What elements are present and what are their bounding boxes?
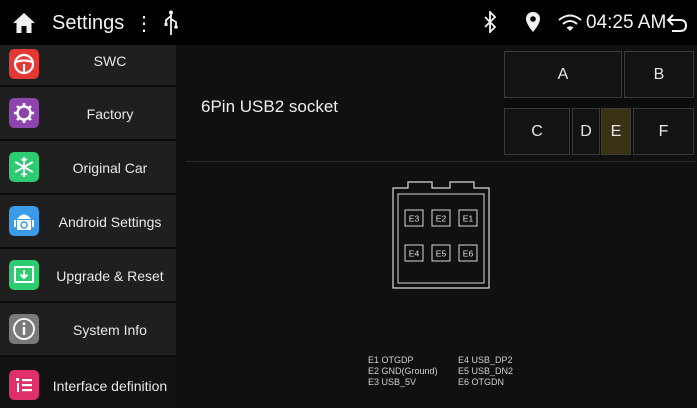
connector-tab-f[interactable]: F <box>633 108 694 155</box>
sidebar-item-label: SWC <box>93 53 127 69</box>
page-title: Settings <box>52 12 125 34</box>
pin-label: E2 <box>436 214 447 224</box>
pin-row-top: E3 E2 E1 <box>404 209 478 227</box>
pin-label: E5 <box>436 249 447 259</box>
steering-wheel-icon <box>9 49 39 79</box>
factory-gear-icon <box>9 98 39 128</box>
pin-legend-entry: E1 OTGDP <box>368 355 414 365</box>
sidebar-item-interface-definition[interactable]: Interface definition <box>0 357 176 408</box>
pin-label: E1 <box>463 214 474 224</box>
connector-tab-e[interactable]: E <box>601 108 631 155</box>
sidebar-item-label: Upgrade & Reset <box>56 268 164 284</box>
sidebar-item-label: Original Car <box>72 160 148 176</box>
sidebar-item-label: System Info <box>73 322 147 338</box>
sidebar-item-swc[interactable]: SWC <box>0 45 176 87</box>
pin-legend-entry: E6 OTGDN <box>458 377 505 387</box>
sidebar-item-label: Android Settings <box>58 214 162 230</box>
connector-tab-a[interactable]: A <box>504 51 622 98</box>
sidebar-item-factory[interactable]: Factory <box>0 87 176 141</box>
pin-legend-entry: E2 GND(Ground) <box>368 366 438 376</box>
more-vert-icon[interactable]: ⋮ <box>134 11 154 36</box>
download-icon <box>9 260 39 290</box>
location-icon <box>526 12 540 32</box>
connector-tab-b[interactable]: B <box>624 51 694 98</box>
main-panel: 6Pin USB2 socket A B C D E F E3 E2 E1 E4… <box>176 45 697 408</box>
pin-legend-left: E1 OTGDP E2 GND(Ground) E3 USB_5V <box>368 355 438 388</box>
sidebar-item-label: Interface definition <box>52 378 168 394</box>
list-icon <box>9 370 39 400</box>
pin-label: E3 <box>409 214 420 224</box>
usb-icon <box>164 10 178 35</box>
wifi-icon <box>558 14 582 31</box>
status-bar: Settings ⋮ 04:25 AM <box>0 0 697 45</box>
pin-legend-right: E4 USB_DP2 E5 USB_DN2 E6 OTGDN <box>458 355 513 388</box>
sidebar-item-original-car[interactable]: Original Car <box>0 141 176 195</box>
sidebar-item-android-settings[interactable]: Android Settings <box>0 195 176 249</box>
info-icon <box>9 314 39 344</box>
connector-tab-d[interactable]: D <box>572 108 600 155</box>
pin-legend-entry: E5 USB_DN2 <box>458 366 514 376</box>
pin-legend-entry: E3 USB_5V <box>368 377 417 387</box>
clock: 04:25 AM <box>586 12 667 33</box>
connector-tab-c[interactable]: C <box>504 108 570 155</box>
pin-label: E4 <box>409 249 420 259</box>
snowflake-icon <box>9 152 39 182</box>
pin-legend-entry: E4 USB_DP2 <box>458 355 513 365</box>
home-icon[interactable] <box>12 12 36 34</box>
android-icon <box>9 206 39 236</box>
socket-title: 6Pin USB2 socket <box>201 97 339 116</box>
sidebar-item-label: Factory <box>86 106 134 122</box>
back-icon[interactable] <box>666 13 688 33</box>
pin-row-bottom: E4 E5 E6 <box>404 244 478 262</box>
sidebar-item-system-info[interactable]: System Info <box>0 303 176 357</box>
pin-label: E6 <box>463 249 474 259</box>
connector-selector: A B C D E F <box>504 51 694 155</box>
sidebar: SWC Factory Original Car Android Setting… <box>0 45 176 408</box>
bluetooth-icon <box>484 11 497 33</box>
sidebar-item-upgrade-reset[interactable]: Upgrade & Reset <box>0 249 176 303</box>
usb-socket-diagram: E3 E2 E1 E4 E5 E6 <box>392 181 490 289</box>
divider <box>186 161 696 162</box>
